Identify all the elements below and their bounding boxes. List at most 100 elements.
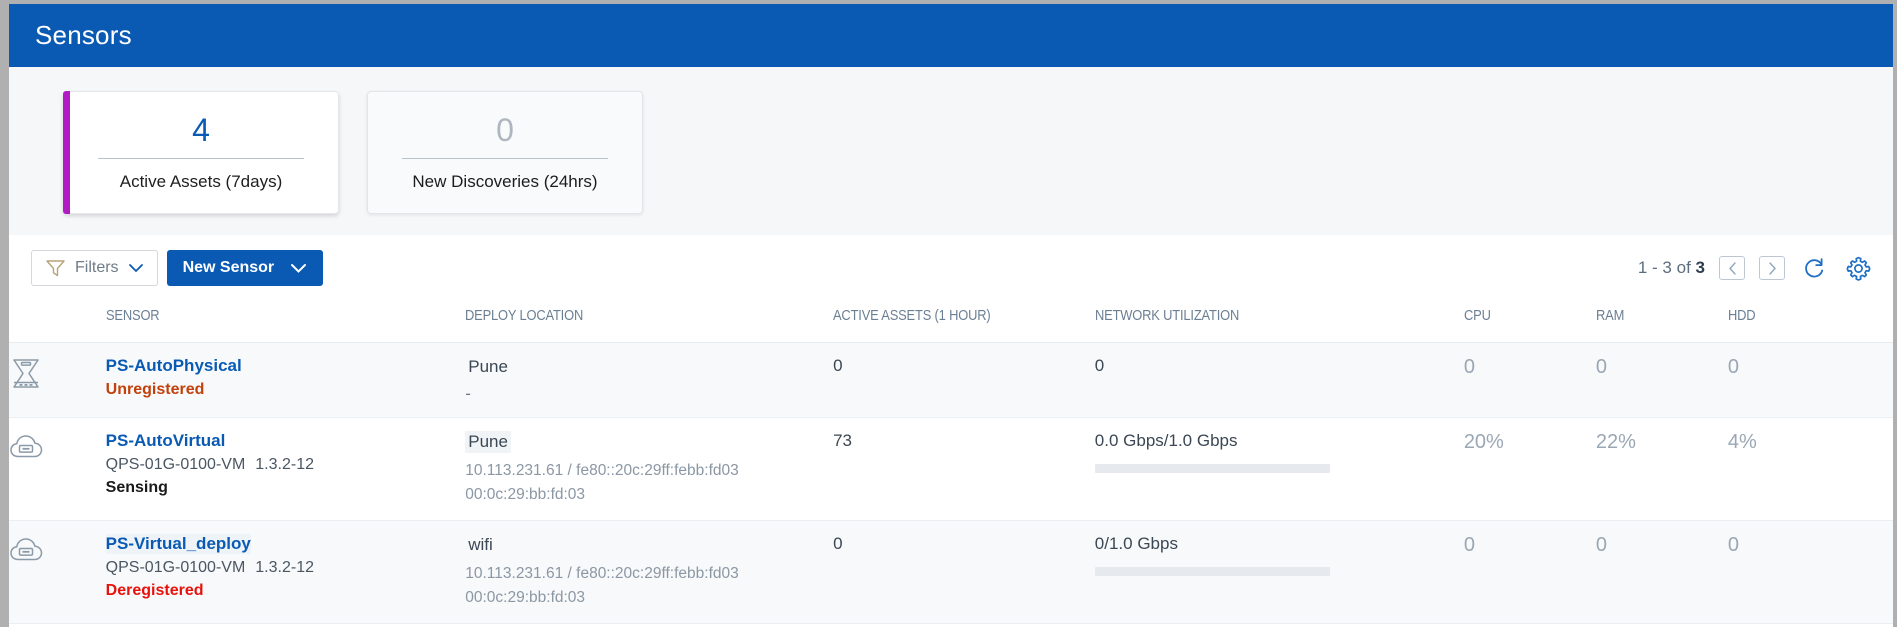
hdd-value-cell-text: 0 [1728,534,1739,556]
settings-button[interactable] [1843,253,1873,283]
column-header-spacer [9,301,92,343]
column-header-sensor[interactable]: SENSOR [106,301,415,343]
pagination-controls: 1 - 3 of 3 [1638,253,1873,283]
sensor-cell: PS-AutoPhysical Unregistered [106,343,466,418]
deploy-location-cell: wifi10.113.231.61 / fe80::20c:29ff:febb:… [465,520,833,623]
cpu-value-cell: 20% [1464,418,1596,521]
network-utilization-value: 0.0 Gbps/1.0 Gbps [1095,431,1464,451]
stat-card-new-discoveries-label: New Discoveries (24hrs) [412,159,597,192]
page-header: Sensors [9,4,1893,67]
chevron-down-icon [128,263,144,273]
sensor-type-cell [9,343,106,418]
sensors-table: SENSOR DEPLOY LOCATION ACTIVE ASSETS (1 … [9,301,1893,624]
column-header-active-assets[interactable]: ACTIVE ASSETS (1 HOUR) [833,301,1058,343]
column-header-ram[interactable]: RAM [1596,301,1710,343]
network-utilization-cell: 0/1.0 Gbps [1095,520,1464,623]
hdd-value-cell-text: 0 [1728,356,1739,378]
table-body: PS-AutoPhysicalUnregisteredPune-00000PS-… [9,343,1893,624]
stat-card-active-assets[interactable]: 4 Active Assets (7days) [63,91,339,214]
stat-card-new-discoveries-value: 0 [496,114,514,158]
sensors-page: Sensors 4 Active Assets (7days) 0 New Di… [0,0,1897,627]
table-toolbar: Filters New Sensor 1 - 3 of 3 [9,235,1893,301]
table-header: SENSOR DEPLOY LOCATION ACTIVE ASSETS (1 … [9,301,1893,343]
sensor-type-cell [9,418,106,521]
cpu-value-cell-text: 0 [1464,356,1475,378]
gear-icon [1845,255,1872,282]
ram-value-cell-text: 0 [1596,534,1607,556]
deploy-location-name: wifi [465,534,496,556]
stat-card-active-assets-label: Active Assets (7days) [120,159,283,192]
active-assets-cell: 0 [833,343,1095,418]
new-sensor-button[interactable]: New Sensor [167,250,324,286]
sensor-name-link[interactable]: PS-AutoVirtual [106,431,226,451]
hdd-value-cell-text: 4% [1728,431,1757,453]
hdd-value-cell: 0 [1728,520,1893,623]
ram-value-cell-text: 0 [1596,356,1607,378]
network-utilization-bar [1095,464,1330,473]
sensor-status-badge: Unregistered [106,381,466,399]
summary-cards: 4 Active Assets (7days) 0 New Discoverie… [9,67,1893,235]
column-header-cpu[interactable]: CPU [1464,301,1578,343]
cpu-value-cell: 0 [1464,343,1596,418]
table-header-row: SENSOR DEPLOY LOCATION ACTIVE ASSETS (1 … [9,301,1893,343]
network-utilization-cell: 0.0 Gbps/1.0 Gbps [1095,418,1464,521]
network-utilization-cell: 0 [1095,343,1464,418]
new-sensor-button-label: New Sensor [183,259,275,277]
deploy-ip-address: 10.113.231.61 / fe80::20c:29ff:febb:fd03 [465,460,833,482]
table-row[interactable]: PS-AutoVirtualQPS-01G-0100-VM1.3.2-12Sen… [9,418,1893,521]
deploy-location-cell: Pune10.113.231.61 / fe80::20c:29ff:febb:… [465,418,833,521]
physical-sensor-icon [9,356,106,392]
sensor-name-link[interactable]: PS-Virtual_deploy [106,534,251,554]
hdd-value-cell: 0 [1728,343,1893,418]
active-assets-value: 0 [833,534,842,553]
active-assets-value: 73 [833,431,852,450]
ram-value-cell: 0 [1596,520,1728,623]
sensor-cell: PS-Virtual_deploy QPS-01G-0100-VM1.3.2-12… [106,520,466,623]
deploy-location-cell: Pune- [465,343,833,418]
refresh-button[interactable] [1799,253,1829,283]
sensor-version: 1.3.2-12 [255,559,314,576]
sensor-version: 1.3.2-12 [255,456,314,473]
pagination-range: 1 - 3 of [1638,258,1691,277]
cpu-value-cell-text: 20% [1464,431,1504,453]
column-header-deploy-location[interactable]: DEPLOY LOCATION [465,301,781,343]
pagination-total: 3 [1696,258,1705,277]
refresh-icon [1802,256,1827,281]
sensor-model: QPS-01G-0100-VM1.3.2-12 [106,559,466,577]
stat-card-new-discoveries[interactable]: 0 New Discoveries (24hrs) [367,91,643,214]
pagination-summary: 1 - 3 of 3 [1638,258,1705,278]
sensor-model: QPS-01G-0100-VM1.3.2-12 [106,456,466,474]
network-utilization-bar [1095,567,1330,576]
chevron-right-icon [1768,262,1777,275]
chevron-left-icon [1728,262,1737,275]
ram-value-cell: 0 [1596,343,1728,418]
active-assets-cell: 0 [833,520,1095,623]
hdd-value-cell: 4% [1728,418,1893,521]
column-header-network-utilization[interactable]: NETWORK UTILIZATION [1095,301,1412,343]
deploy-mac-address: 00:0c:29:bb:fd:03 [465,587,833,609]
ram-value-cell-text: 22% [1596,431,1636,453]
deploy-location-name: Pune [465,431,511,453]
table-row[interactable]: PS-Virtual_deploy QPS-01G-0100-VM1.3.2-12… [9,520,1893,623]
stat-card-active-assets-value: 4 [192,114,210,158]
deploy-mac-address: 00:0c:29:bb:fd:03 [465,484,833,506]
table-row[interactable]: PS-AutoPhysicalUnregisteredPune-00000 [9,343,1893,418]
cpu-value-cell-text: 0 [1464,534,1475,556]
virtual-sensor-icon [9,431,106,463]
network-utilization-value: 0/1.0 Gbps [1095,534,1464,554]
deploy-location-name: Pune [465,356,511,378]
sensor-status-badge: Deregistered [106,582,466,600]
virtual-sensor-icon [9,534,106,566]
active-assets-cell: 73 [833,418,1095,521]
filters-button[interactable]: Filters [31,250,158,286]
funnel-icon [45,259,66,278]
active-assets-value: 0 [833,356,842,375]
next-page-button[interactable] [1759,256,1785,280]
sensor-name-link[interactable]: PS-AutoPhysical [106,356,242,376]
network-utilization-value: 0 [1095,356,1464,376]
column-header-hdd[interactable]: HDD [1728,301,1870,343]
chevron-down-icon [290,263,307,274]
cpu-value-cell: 0 [1464,520,1596,623]
previous-page-button[interactable] [1719,256,1745,280]
deploy-ip-address: 10.113.231.61 / fe80::20c:29ff:febb:fd03 [465,563,833,585]
